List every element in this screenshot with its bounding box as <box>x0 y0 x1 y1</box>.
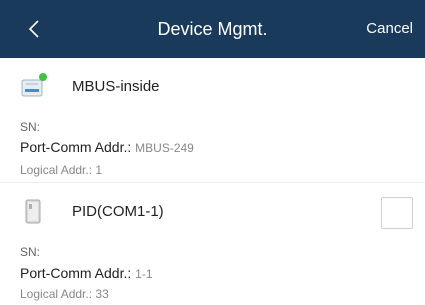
logical-addr-label: Logical Addr.: <box>20 163 93 177</box>
sn-row: SN: <box>20 120 40 134</box>
logical-addr-row: Logical Addr.: 33 <box>20 287 109 301</box>
device-item-mbus[interactable]: MBUS-inside SN: Port-Comm Addr.: MBUS-24… <box>0 58 425 183</box>
pid-device-icon <box>25 199 41 224</box>
logical-addr-label: Logical Addr.: <box>20 287 93 301</box>
cancel-button[interactable]: Cancel <box>366 20 413 37</box>
page-title: Device Mgmt. <box>157 18 268 39</box>
port-comm-label: Port-Comm Addr.: <box>20 265 132 281</box>
logical-addr-row: Logical Addr.: 1 <box>20 163 102 177</box>
port-comm-value: MBUS-249 <box>135 141 194 155</box>
sn-row: SN: <box>20 245 40 259</box>
online-status-dot <box>39 73 47 81</box>
mbus-device-icon <box>21 73 47 97</box>
logical-addr-value: 1 <box>95 163 103 177</box>
back-button[interactable] <box>22 14 46 44</box>
device-header: PID(COM1-1) <box>0 183 425 241</box>
sn-label: SN: <box>20 120 41 134</box>
port-comm-row: Port-Comm Addr.: MBUS-249 <box>20 139 194 155</box>
sn-label: SN: <box>20 245 41 259</box>
port-comm-value: 1-1 <box>135 267 153 281</box>
device-header: MBUS-inside <box>0 58 425 116</box>
chevron-left-icon <box>28 20 39 38</box>
port-comm-row: Port-Comm Addr.: 1-1 <box>20 265 153 281</box>
port-comm-label: Port-Comm Addr.: <box>20 139 132 155</box>
select-checkbox[interactable] <box>381 197 413 229</box>
device-name: PID(COM1-1) <box>72 203 164 220</box>
device-name: MBUS-inside <box>72 78 160 95</box>
header-bar: Device Mgmt. Cancel <box>0 0 425 58</box>
logical-addr-value: 33 <box>95 287 109 301</box>
device-item-pid[interactable]: PID(COM1-1) SN: Port-Comm Addr.: 1-1 Log… <box>0 183 425 305</box>
